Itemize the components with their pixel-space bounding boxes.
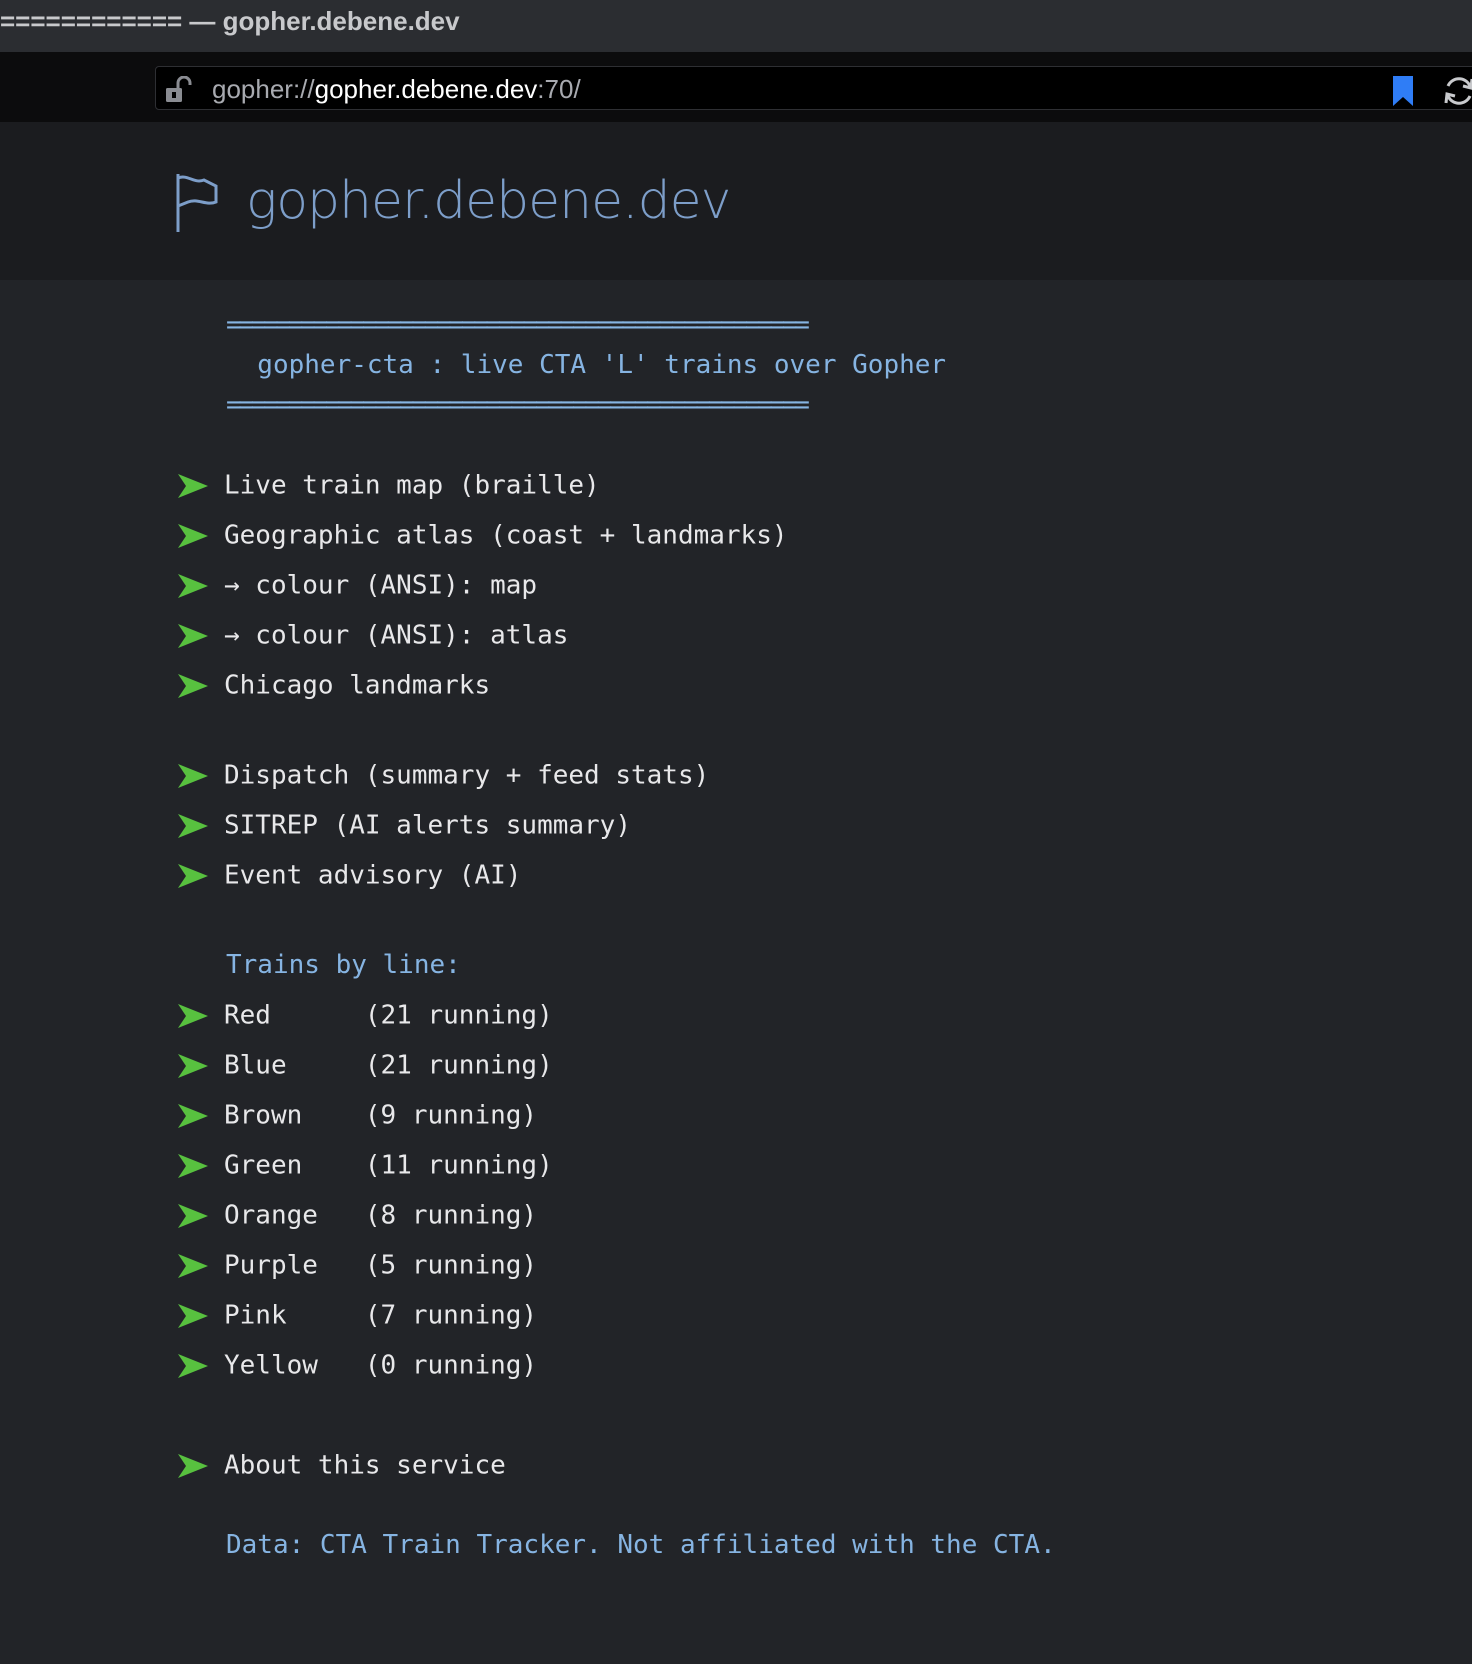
menu-link-line-5[interactable]: Orange (8 running) [176,1200,537,1250]
menu-link-label[interactable]: Geographic atlas (coast + landmarks) [224,521,788,551]
arrow-icon [178,863,208,888]
url-bar[interactable]: gopher://gopher.debene.dev:70/ [155,66,1472,110]
menu-link-map-3[interactable]: → colour (ANSI): map [176,570,537,620]
menu-link-map-4[interactable]: → colour (ANSI): atlas [176,620,568,670]
menu-link-label[interactable]: Event advisory (AI) [224,861,521,891]
menu-link-label[interactable]: About this service [224,1451,506,1481]
arrow-icon [178,813,208,838]
insecure-lock-icon[interactable] [164,76,194,104]
menu-link-label[interactable]: Orange (8 running) [224,1201,537,1231]
flag-icon [176,174,218,232]
bookmark-icon[interactable] [1390,74,1416,108]
menu-link-ai-1[interactable]: Dispatch (summary + feed stats) [176,760,709,810]
menu-link-label[interactable]: Blue (21 running) [224,1051,553,1081]
menu-link-about[interactable]: About this service [176,1450,506,1500]
url-port-path: :70/ [537,74,581,104]
heading-rule-bottom: ========================================… [226,390,810,420]
window-title: ============ — gopher.debene.dev [0,0,1472,52]
menu-link-ai-3[interactable]: Event advisory (AI) [176,860,521,910]
menu-link-ai-2[interactable]: SITREP (AI alerts summary) [176,810,631,860]
arrow-icon [178,1053,208,1078]
arrow-icon [178,1303,208,1328]
toolbar: gopher://gopher.debene.dev:70/ [0,52,1472,122]
arrow-icon [178,1253,208,1278]
arrow-icon [178,763,208,788]
arrow-icon [178,1453,208,1478]
url-scheme: gopher:// [212,74,315,104]
arrow-icon [178,623,208,648]
menu-link-label[interactable]: → colour (ANSI): map [224,571,537,601]
arrow-icon [178,673,208,698]
menu-link-label[interactable]: SITREP (AI alerts summary) [224,811,631,841]
menu-link-label[interactable]: → colour (ANSI): atlas [224,621,568,651]
url-text[interactable]: gopher://gopher.debene.dev:70/ [212,67,581,111]
page-banner: gopher.debene.dev [0,122,1472,280]
menu-link-line-1[interactable]: Red (21 running) [176,1000,553,1050]
url-host: gopher.debene.dev [314,74,538,104]
menu-link-label[interactable]: Pink (7 running) [224,1301,537,1331]
menu-link-line-3[interactable]: Brown (9 running) [176,1100,537,1150]
menu-link-label[interactable]: Purple (5 running) [224,1251,537,1281]
arrow-icon [178,573,208,598]
lines-heading: Trains by line: [226,950,461,980]
menu-link-label[interactable]: Live train map (braille) [224,471,600,501]
arrow-icon [178,1153,208,1178]
menu-link-line-2[interactable]: Blue (21 running) [176,1050,553,1100]
menu-link-label[interactable]: Yellow (0 running) [224,1351,537,1381]
arrow-icon [178,1203,208,1228]
menu-link-map-2[interactable]: Geographic atlas (coast + landmarks) [176,520,788,570]
arrow-icon [178,1003,208,1028]
menu-link-label[interactable]: Dispatch (summary + feed stats) [224,761,709,791]
menu-link-label[interactable]: Chicago landmarks [224,671,490,701]
menu-link-label[interactable]: Green (11 running) [224,1151,553,1181]
arrow-icon [178,1353,208,1378]
menu-link-line-4[interactable]: Green (11 running) [176,1150,553,1200]
menu-link-map-1[interactable]: Live train map (braille) [176,470,600,520]
arrow-icon [178,523,208,548]
menu-link-line-7[interactable]: Pink (7 running) [176,1300,537,1350]
arrow-icon [178,473,208,498]
arrow-icon [178,1103,208,1128]
menu-link-label[interactable]: Red (21 running) [224,1001,553,1031]
reload-icon[interactable] [1442,74,1472,108]
menu-link-map-5[interactable]: Chicago landmarks [176,670,490,720]
page-title: gopher.debene.dev [246,171,731,231]
menu-link-line-6[interactable]: Purple (5 running) [176,1250,537,1300]
menu-link-line-8[interactable]: Yellow (0 running) [176,1350,537,1400]
footer-note: Data: CTA Train Tracker. Not affiliated … [226,1530,1056,1560]
menu-link-label[interactable]: Brown (9 running) [224,1101,537,1131]
